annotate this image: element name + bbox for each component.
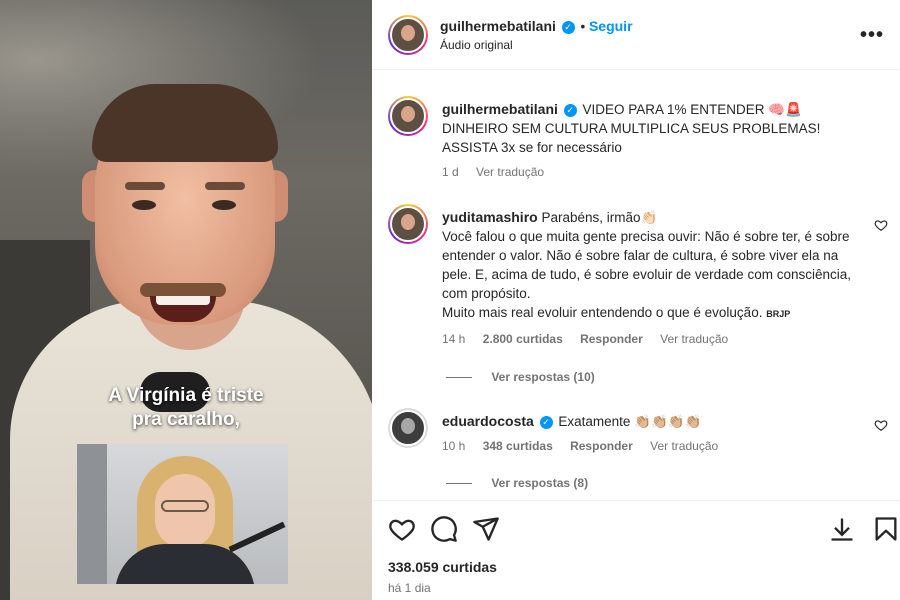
verified-icon: ✓ (563, 103, 577, 117)
video-caption-line: A Virgínia é triste (108, 385, 264, 406)
comment-body: yuditamashiro Parabéns, irmão👏🏻 Você fal… (442, 208, 852, 349)
author-avatar[interactable] (388, 96, 428, 136)
translate-link[interactable]: Ver tradução (476, 165, 544, 179)
replies-divider (446, 377, 472, 379)
heart-icon[interactable] (388, 515, 416, 543)
author-username[interactable]: guilhermebatilani (440, 18, 556, 34)
post-likes[interactable]: 338.059 curtidas (388, 559, 497, 575)
verified-icon: ✓ (561, 20, 575, 34)
reply-button[interactable]: Responder (570, 439, 633, 453)
bookmark-icon[interactable] (872, 515, 900, 543)
video-caption-line: pra caralho, (132, 409, 240, 430)
comment-meta: 10 h 348 curtidas Responder Ver tradução (442, 437, 862, 456)
comment-text: Muito mais real evoluir entendendo o que… (442, 305, 763, 320)
video-person-eye (132, 200, 156, 210)
view-replies-label: Ver respostas (10) (491, 370, 595, 384)
translate-link[interactable]: Ver tradução (650, 439, 718, 453)
video-person-brow (205, 182, 245, 190)
heart-icon[interactable] (874, 418, 888, 432)
comment-icon[interactable] (430, 515, 458, 543)
video-person-brow (125, 182, 165, 190)
video-player[interactable]: A Virgínia é triste pra caralho, (0, 0, 372, 600)
inset-background (77, 444, 107, 584)
separator: • (580, 19, 586, 34)
comment-body: eduardocosta ✓ Exatamente 👏🏼👏🏼👏🏼👏🏼 10 h … (442, 412, 862, 456)
inset-person-glasses (161, 500, 209, 512)
download-icon[interactable] (828, 515, 856, 543)
post-actions: 338.059 curtidas há 1 dia (372, 500, 900, 600)
comment-item: eduardocosta ✓ Exatamente 👏🏼👏🏼👏🏼👏🏼 10 h … (388, 408, 888, 458)
header-title-row: guilhermebatilani ✓ • Seguir (440, 18, 633, 34)
caption-body: guilhermebatilani ✓ VIDEO PARA 1% ENTEND… (442, 100, 862, 182)
comment-username[interactable]: eduardocosta (442, 413, 534, 429)
comment-age[interactable]: 10 h (442, 439, 465, 453)
inset-microphone (228, 521, 286, 553)
view-replies-label: Ver respostas (8) (491, 476, 589, 490)
video-person-mustache (140, 283, 226, 297)
video-person-eye (212, 200, 236, 210)
share-icon[interactable] (472, 515, 500, 543)
comment-likes[interactable]: 348 curtidas (483, 439, 553, 453)
video-person-hair (92, 84, 278, 162)
comment-signature: BRJP (766, 309, 791, 319)
audio-label[interactable]: Áudio original (440, 38, 513, 52)
view-replies-button[interactable]: Ver respostas (8) (446, 476, 588, 490)
post-caption: guilhermebatilani ✓ VIDEO PARA 1% ENTEND… (388, 96, 888, 186)
post-header: guilhermebatilani ✓ • Seguir Áudio origi… (372, 0, 900, 70)
reply-button[interactable]: Responder (580, 332, 643, 346)
heart-icon[interactable] (874, 218, 888, 232)
video-person-teeth (156, 296, 210, 305)
caption-meta: 1 d Ver tradução (442, 163, 862, 182)
video-inset-photo (77, 444, 288, 584)
follow-button[interactable]: Seguir (589, 18, 633, 34)
caption-age[interactable]: 1 d (442, 165, 459, 179)
verified-icon: ✓ (539, 415, 553, 429)
video-caption: A Virgínia é triste pra caralho, (0, 384, 372, 432)
comment-text: Exatamente 👏🏼👏🏼👏🏼👏🏼 (558, 414, 702, 429)
comment-item: yuditamashiro Parabéns, irmão👏🏻 Você fal… (388, 204, 888, 354)
author-avatar[interactable] (388, 15, 428, 55)
comment-meta: 14 h 2.800 curtidas Responder Ver traduç… (442, 330, 852, 349)
comment-username[interactable]: yuditamashiro (442, 209, 538, 225)
comment-age[interactable]: 14 h (442, 332, 465, 346)
caption-username[interactable]: guilhermebatilani (442, 101, 558, 117)
comment-likes[interactable]: 2.800 curtidas (483, 332, 563, 346)
replies-divider (446, 483, 472, 485)
commenter-avatar[interactable] (388, 408, 428, 448)
post-time[interactable]: há 1 dia (388, 581, 431, 595)
view-replies-button[interactable]: Ver respostas (10) (446, 370, 595, 384)
commenter-avatar[interactable] (388, 204, 428, 244)
translate-link[interactable]: Ver tradução (660, 332, 728, 346)
post-panel: guilhermebatilani ✓ • Seguir Áudio origi… (372, 0, 900, 600)
comment-text: Parabéns, irmão👏🏻 (541, 210, 658, 225)
comment-text: Você falou o que muita gente precisa ouv… (442, 229, 851, 301)
more-icon[interactable]: ••• (860, 24, 884, 47)
